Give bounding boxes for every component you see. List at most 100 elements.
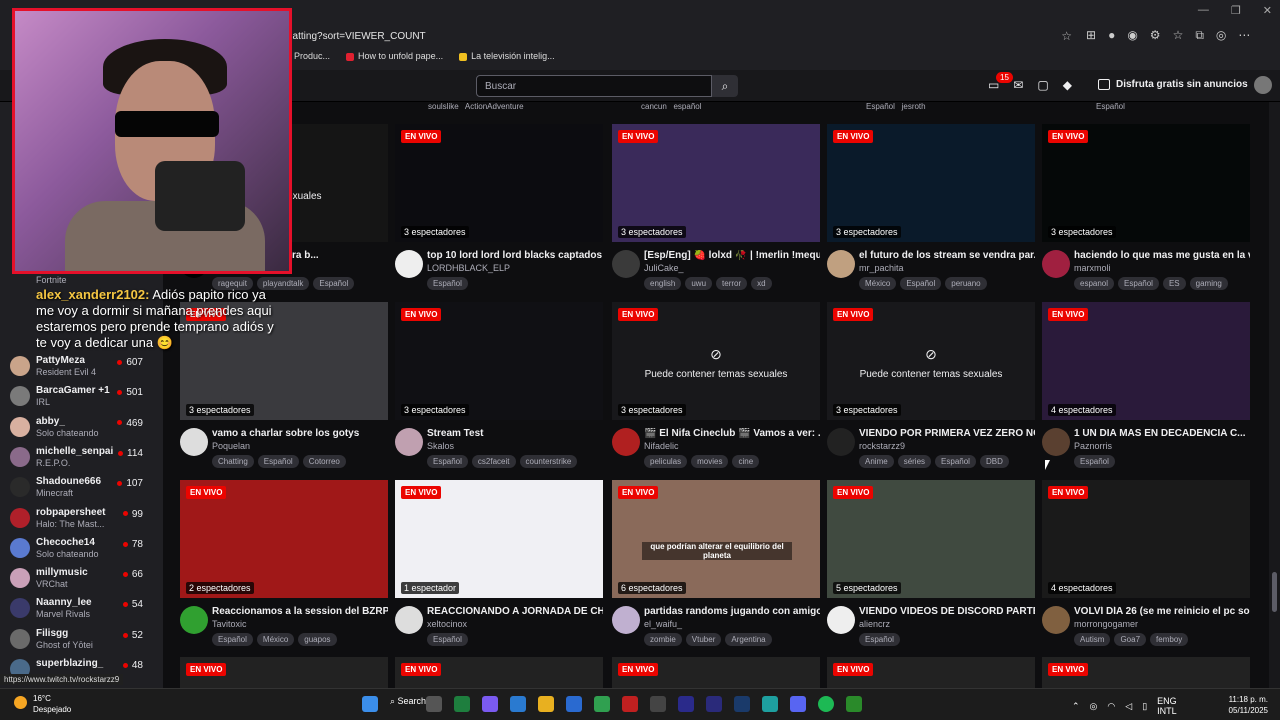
tag[interactable]: Español bbox=[313, 277, 355, 290]
channel-avatar[interactable] bbox=[1042, 428, 1070, 456]
tag[interactable]: Español bbox=[935, 455, 976, 468]
close-button[interactable]: ✕ bbox=[1263, 4, 1272, 17]
sidebar-channel[interactable]: Shadoune666 Minecraft 107 bbox=[0, 473, 163, 503]
tag[interactable]: cancun bbox=[641, 102, 667, 111]
star-icon[interactable]: ☆ bbox=[1061, 29, 1072, 43]
tag[interactable]: ES bbox=[1162, 277, 1186, 290]
tag[interactable]: guapos bbox=[298, 633, 337, 646]
bookmark-item[interactable]: How to unfold pape... bbox=[346, 51, 443, 61]
channel-avatar[interactable] bbox=[612, 606, 640, 634]
stream-thumbnail[interactable]: EN VIVO bbox=[1042, 657, 1250, 688]
channel-name[interactable]: marxmoli bbox=[1074, 263, 1111, 273]
channel-name[interactable]: el_waifu_ bbox=[644, 619, 682, 629]
tag[interactable]: xd bbox=[751, 277, 772, 290]
channel-name[interactable]: Skalos bbox=[427, 441, 454, 451]
stream-thumbnail[interactable]: EN VIVO 1 espectador bbox=[395, 480, 603, 598]
stream-thumbnail[interactable]: EN VIVO 4 espectadores bbox=[1042, 480, 1250, 598]
tag[interactable]: Chatting bbox=[212, 455, 254, 468]
tag[interactable]: cine bbox=[732, 455, 760, 468]
stream-title[interactable]: VOLVÍ DÍA 26 (se me reinicio el pc sol..… bbox=[1074, 606, 1250, 617]
sidebar-channel[interactable]: PattyMeza Resident Evil 4 607 bbox=[0, 352, 163, 382]
color-icon[interactable]: ◉ bbox=[1127, 28, 1137, 43]
aftereffects-icon[interactable] bbox=[705, 696, 722, 712]
channel-name[interactable]: mr_pachita bbox=[859, 263, 904, 273]
stream-thumbnail[interactable]: EN VIVO 3 espectadores bbox=[395, 124, 603, 242]
tag[interactable]: jesroth bbox=[902, 102, 926, 111]
menu-icon[interactable]: ⋯ bbox=[1238, 28, 1250, 43]
stream-title[interactable]: 🎬 El Nifa Cineclub 🎬 Vamos a ver: ... bbox=[644, 428, 820, 439]
stream-thumbnail[interactable]: EN VIVO 5 espectadores bbox=[827, 480, 1035, 598]
tag[interactable]: Cotorreo bbox=[302, 455, 346, 468]
tag[interactable]: séries bbox=[897, 455, 932, 468]
sidebar-channel[interactable]: BarcaGamer +1 IRL 501 bbox=[0, 382, 163, 412]
sidebar-channel[interactable]: Naanny_lee Marvel Rivals 54 bbox=[0, 594, 163, 624]
stream-title[interactable]: Stream Test bbox=[427, 428, 603, 439]
tag[interactable]: Español bbox=[1096, 102, 1125, 111]
clock[interactable]: 11:18 p. m. 05/11/2025 bbox=[1224, 694, 1268, 716]
stream-title[interactable]: VIENDO POR PRIMERA VEZ ZERO NO ... bbox=[859, 428, 1035, 439]
bits-icon[interactable]: ◆ bbox=[1063, 78, 1072, 92]
address-bar[interactable]: chatting?sort=VIEWER_COUNT ☆ bbox=[282, 26, 1082, 46]
stream-title[interactable]: VIENDO VIDEOS DE DISCORD PARTE 2 bbox=[859, 606, 1035, 617]
stream-title[interactable]: [Esp/Eng] 🍓 lolxd 🥀 | !merlin !mequ... bbox=[644, 250, 820, 261]
channel-name[interactable]: Nifadelic bbox=[644, 441, 679, 451]
stream-thumbnail[interactable]: EN VIVO bbox=[395, 657, 603, 688]
premiere-icon[interactable] bbox=[677, 696, 694, 712]
search-input[interactable]: Buscar bbox=[476, 75, 712, 97]
tag[interactable]: Autism bbox=[1074, 633, 1111, 646]
channel-name[interactable]: rockstarzz9 bbox=[859, 441, 905, 451]
edge-icon[interactable] bbox=[761, 696, 778, 712]
stream-title[interactable]: vamo a charlar sobre los gotys bbox=[212, 428, 388, 439]
tag[interactable]: Español bbox=[900, 277, 942, 290]
tag[interactable]: Goa7 bbox=[1114, 633, 1147, 646]
steam-icon[interactable] bbox=[649, 696, 666, 712]
stream-thumbnail[interactable]: EN VIVO bbox=[827, 657, 1035, 688]
channel-avatar[interactable] bbox=[827, 606, 855, 634]
stream-thumbnail[interactable]: EN VIVO 3 espectadores bbox=[1042, 124, 1250, 242]
stream-thumbnail[interactable]: EN VIVO 2 espectadores bbox=[180, 480, 388, 598]
stream-thumbnail[interactable]: EN VIVO bbox=[612, 657, 820, 688]
stream-thumbnail[interactable]: EN VIVO 3 espectadores bbox=[827, 124, 1035, 242]
tag[interactable]: cs2faceit bbox=[471, 455, 516, 468]
channel-name[interactable]: LORDHBLACK_ELP bbox=[427, 263, 510, 273]
xbox-icon[interactable] bbox=[453, 696, 470, 712]
tag[interactable]: terror bbox=[716, 277, 748, 290]
app-icon[interactable] bbox=[621, 696, 638, 712]
tag[interactable]: español bbox=[673, 102, 701, 111]
collections-icon[interactable]: ⧉ bbox=[1195, 28, 1204, 43]
tag[interactable]: espanol bbox=[1074, 277, 1115, 290]
favorites-icon[interactable]: ☆ bbox=[1173, 28, 1184, 43]
channel-avatar[interactable] bbox=[395, 428, 423, 456]
channel-name[interactable]: Tavitoxic bbox=[212, 619, 247, 629]
channel-name[interactable]: morrongogamer bbox=[1074, 619, 1138, 629]
user-avatar[interactable] bbox=[1254, 76, 1272, 94]
tag[interactable]: Español bbox=[1074, 455, 1115, 468]
channel-avatar[interactable] bbox=[827, 250, 855, 278]
channel-name[interactable]: JuliCake_ bbox=[644, 263, 684, 273]
sidebar-channel[interactable]: robpapersheet Halo: The Mast... 99 bbox=[0, 504, 163, 534]
tag[interactable]: Español bbox=[427, 277, 468, 290]
sidebar-channel[interactable]: Filisgg Ghost of Yōtei 52 bbox=[0, 625, 163, 655]
channel-avatar[interactable] bbox=[1042, 250, 1070, 278]
stream-title[interactable]: partidas randoms jugando con amigo... bbox=[644, 606, 820, 617]
tag[interactable]: peliculas bbox=[644, 455, 688, 468]
stream-title[interactable]: top 10 lord lord lord blacks captados ..… bbox=[427, 250, 603, 261]
volume-icon[interactable]: ◁ bbox=[1125, 701, 1132, 712]
channel-avatar[interactable] bbox=[395, 606, 423, 634]
spotify-icon[interactable] bbox=[817, 696, 834, 712]
tag[interactable]: Español bbox=[1118, 277, 1159, 290]
stream-title[interactable]: 1 UN DIA MAS EN DECADENCIA C... bbox=[1074, 428, 1250, 439]
taskview-icon[interactable] bbox=[425, 696, 442, 712]
bookmark-item[interactable]: La televisión intelig... bbox=[459, 51, 555, 61]
inbox-icon[interactable]: ✉ bbox=[1013, 78, 1023, 92]
stream-title[interactable]: Reaccionamos a la session del BZRP ... bbox=[212, 606, 388, 617]
scrollbar[interactable] bbox=[1269, 102, 1280, 688]
notepad-icon[interactable] bbox=[509, 696, 526, 712]
start-icon[interactable] bbox=[362, 696, 378, 712]
weather-widget[interactable]: 16°C Despejado bbox=[14, 693, 71, 715]
channel-avatar[interactable] bbox=[180, 428, 208, 456]
discord-icon[interactable] bbox=[789, 696, 806, 712]
minimize-button[interactable]: — bbox=[1198, 4, 1209, 16]
stream-thumbnail[interactable]: EN VIVO ⊘ Puede contener temas sexuales 3 e… bbox=[827, 302, 1035, 420]
tag[interactable]: movies bbox=[691, 455, 729, 468]
